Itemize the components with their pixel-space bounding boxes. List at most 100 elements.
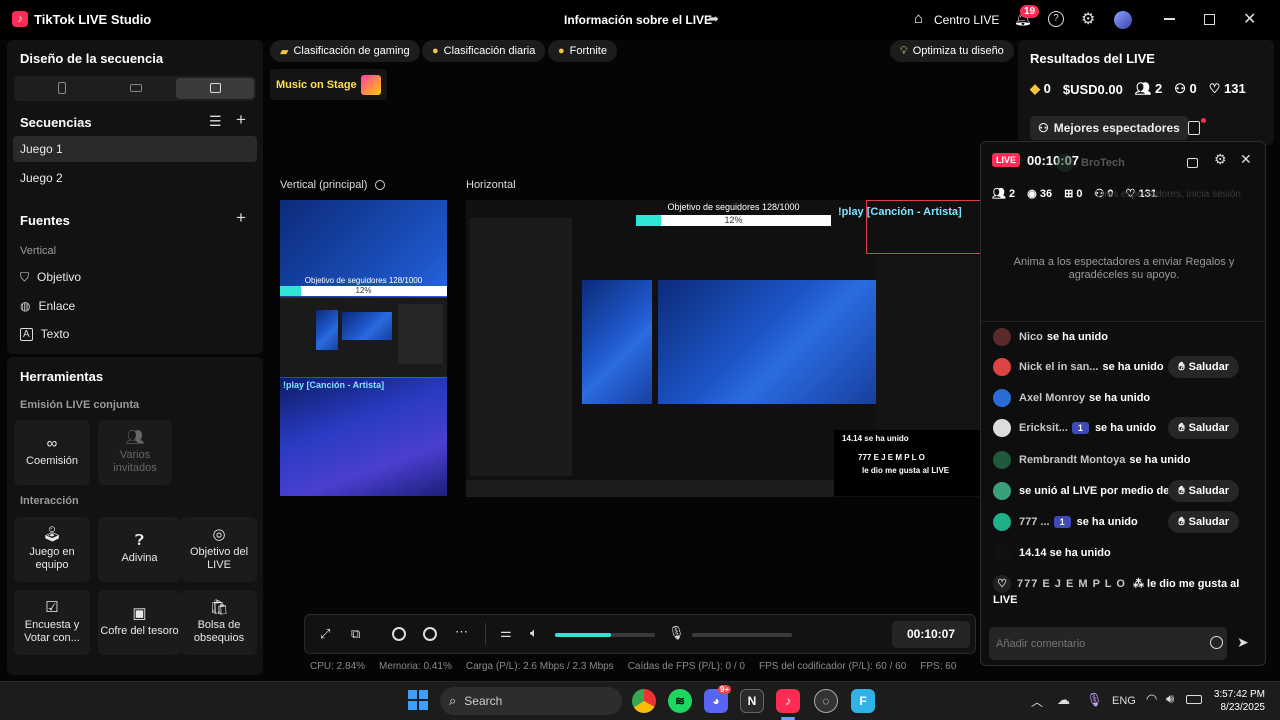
volume-icon[interactable]: 🔊︎	[1166, 691, 1174, 707]
viewers-stat: 👥︎ 2	[1134, 81, 1163, 96]
live-goal-tile[interactable]: ◎ Objetivo del LIVE	[181, 517, 257, 582]
guess-tile[interactable]: ❓︎ Adivina	[98, 517, 181, 582]
play-text: !play [Canción - Artista]	[283, 380, 385, 390]
chip-fortnite[interactable]: ● Fortnite	[548, 40, 617, 62]
chat-username[interactable]: Axel Monroy	[1019, 392, 1085, 404]
chat-avatar	[993, 358, 1011, 376]
dual-layout-button[interactable]	[176, 78, 254, 99]
horizontal-preview[interactable]: Objetivo de seguidores 128/1000 12% !pla…	[466, 200, 980, 497]
record-icon[interactable]	[392, 627, 406, 641]
chat-username[interactable]: Nico	[1019, 331, 1043, 343]
language-indicator[interactable]: ENG	[1112, 695, 1136, 707]
info-icon[interactable]	[375, 180, 385, 190]
wifi-icon[interactable]: ◠	[1146, 691, 1157, 707]
treasure-tile[interactable]: ▣ Cofre del tesoro	[98, 590, 181, 655]
globe-icon: ◍	[20, 299, 31, 313]
mixer-icon[interactable]: ⚌	[500, 625, 512, 641]
speaker-slider[interactable]	[555, 633, 655, 637]
best-viewers-button[interactable]: ⚇ Mejores espectadores	[1030, 116, 1188, 140]
team-game-tile[interactable]: 🕹︎ Juego en equipo	[14, 517, 90, 582]
mic-tray-icon[interactable]: 🎙︎	[1086, 692, 1103, 708]
music-on-stage-button[interactable]: Music on Stage	[270, 69, 387, 100]
sequence-item[interactable]: Juego 2	[13, 165, 257, 191]
comment-input-box[interactable]	[989, 627, 1227, 660]
send-icon[interactable]: ➤	[1237, 634, 1249, 651]
layout-icon[interactable]: ⧉	[351, 626, 360, 642]
tiktok-live-icon[interactable]: ♪	[776, 689, 800, 713]
centro-live-button[interactable]: Centro LIVE	[934, 13, 999, 27]
dollar-icon: $	[1062, 81, 1071, 97]
taskbar-search[interactable]: ⌕ Search	[440, 687, 622, 715]
chip-gaming[interactable]: ▰ Clasificación de gaming	[270, 40, 420, 62]
add-source-icon[interactable]: +	[236, 208, 246, 228]
source-item[interactable]: A Texto	[20, 325, 69, 343]
share-icon[interactable]: ➦	[708, 11, 719, 27]
live-overlay: LIVE 00:10:07 BroTech ⚙ ✕ 👥︎ 2 ◉ 36 ⊞ 0 …	[980, 141, 1267, 666]
saludar-label: Saludar	[1188, 516, 1229, 528]
fan-level-badge: 1	[1053, 516, 1071, 528]
target-icon: ◎	[212, 525, 226, 543]
spotify-icon[interactable]: ≋	[668, 689, 692, 713]
chat-message: Axel Monroy se ha unido	[993, 387, 1255, 409]
saludar-button[interactable]: ✋︎ Saludar	[1168, 480, 1239, 502]
list-icon[interactable]: ☰	[209, 113, 222, 130]
mic-icon[interactable]: 🎙︎	[668, 625, 685, 641]
mic-slider[interactable]	[692, 633, 792, 637]
multi-guest-tile[interactable]: 👥︎ Varios invitados	[98, 420, 172, 485]
chat-username[interactable]: Nick el in san...	[1019, 361, 1098, 373]
title-bar: ♪ TikTok LIVE Studio Información sobre e…	[0, 0, 1280, 40]
chevron-up-icon[interactable]: ︿	[1031, 693, 1043, 710]
chip-label: Clasificación diaria	[443, 45, 536, 57]
magic-icon[interactable]: ⤢	[320, 626, 330, 642]
add-sequence-icon[interactable]: +	[236, 110, 246, 130]
maximize-icon[interactable]	[1204, 14, 1215, 25]
chrome-icon[interactable]	[632, 689, 656, 713]
close-icon[interactable]: ✕	[1240, 151, 1252, 168]
windows-start-icon[interactable]	[408, 690, 428, 710]
speaker-icon[interactable]: 🔈︎	[530, 625, 538, 641]
avatar[interactable]	[1114, 11, 1132, 29]
clock[interactable]: 3:57:42 PM 8/23/2025	[1213, 688, 1265, 714]
chat-username[interactable]: Rembrandt Montoya	[1019, 454, 1125, 466]
live-badge: LIVE	[992, 153, 1021, 167]
comment-input[interactable]	[996, 635, 1196, 652]
battery-icon[interactable]	[1186, 695, 1202, 704]
chip-daily[interactable]: ● Clasificación diaria	[422, 40, 546, 62]
chat-username[interactable]: Ericksit...	[1019, 422, 1068, 434]
flame-icon: ●	[432, 45, 439, 57]
window-title: Información sobre el LIVE	[564, 13, 713, 27]
help-icon[interactable]: ?	[1048, 11, 1064, 27]
replay-icon[interactable]	[423, 627, 437, 641]
landscape-layout-icon[interactable]	[130, 84, 142, 92]
chat-username[interactable]: 777 ...	[1019, 516, 1050, 528]
more-icon[interactable]: ⋯	[455, 624, 468, 640]
gift-bag-tile[interactable]: 🛍︎ Bolsa de obsequios	[181, 590, 257, 655]
hint-divider	[981, 321, 1267, 322]
emoji-icon[interactable]	[1210, 636, 1223, 649]
link-icon: ∞	[46, 435, 58, 452]
saludar-button[interactable]: ✋︎ Saludar	[1168, 356, 1239, 378]
saludar-button[interactable]: ✋︎ Saludar	[1168, 511, 1239, 533]
cloud-icon[interactable]: ☁	[1057, 692, 1070, 708]
source-item[interactable]: ⛉ Objetivo	[20, 268, 81, 286]
saludar-button[interactable]: ✋︎ Saludar	[1168, 417, 1239, 439]
file-app-icon[interactable]: F	[851, 689, 875, 713]
settings-icon[interactable]: ⚙	[1081, 9, 1095, 29]
obs-icon[interactable]: ◌	[814, 689, 838, 713]
settings-icon[interactable]: ⚙	[1214, 151, 1227, 168]
minimize-icon[interactable]	[1164, 18, 1175, 20]
poll-tile[interactable]: ☑ Encuesta y Votar con...	[14, 590, 90, 655]
report-icon[interactable]	[1188, 121, 1200, 135]
portrait-layout-icon[interactable]	[58, 82, 66, 94]
lock-icon[interactable]	[1187, 158, 1198, 168]
source-item[interactable]: ◍ Enlace	[20, 297, 75, 315]
chat-text: se ha unido	[1129, 454, 1191, 466]
notion-icon[interactable]: N	[740, 689, 764, 713]
optimize-button[interactable]: 💡︎ Optimiza tu diseño	[890, 40, 1014, 62]
discord-badge: 9+	[718, 685, 732, 694]
sequence-item[interactable]: Juego 1	[13, 136, 257, 162]
cohost-tile[interactable]: ∞ Coemisión	[14, 420, 90, 485]
close-icon[interactable]: ✕	[1243, 9, 1256, 29]
vertical-preview[interactable]: Objetivo de seguidores 128/1000 12% !pla…	[280, 200, 447, 496]
home-icon[interactable]: ⌂	[914, 10, 923, 27]
